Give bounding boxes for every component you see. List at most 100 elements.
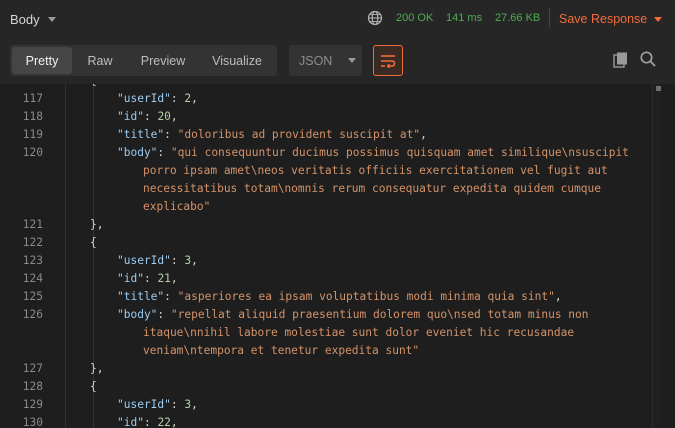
- json-comma: ,: [420, 128, 427, 141]
- globe-icon[interactable]: [367, 10, 383, 26]
- line-number: 127: [22, 362, 43, 375]
- json-colon: :: [157, 308, 171, 321]
- json-colon: :: [143, 416, 158, 428]
- code-text: "userId": 3,: [117, 398, 198, 411]
- status-code[interactable]: 200 OK: [396, 12, 433, 24]
- line-number: 130: [22, 416, 43, 428]
- view-tabs: Pretty Raw Preview Visualize: [10, 45, 277, 76]
- json-key: "id": [117, 272, 144, 285]
- json-comma: ,: [191, 254, 198, 267]
- json-value-continuation: necessitatibus totam\nomnis rerum conseq…: [143, 182, 602, 195]
- code-line-wrapped: itaque\nnihil labore molestiae sunt dolo…: [0, 326, 650, 344]
- code-text: "id": 20,: [117, 110, 178, 123]
- json-key: "id": [117, 110, 144, 123]
- line-number: 116: [3, 84, 43, 87]
- chevron-down-icon: [47, 16, 56, 22]
- wrap-lines-button[interactable]: [373, 45, 403, 76]
- code-line-wrapped: explicabo": [0, 200, 650, 218]
- wrap-lines-icon: [381, 54, 396, 68]
- scrollbar-thumb[interactable]: [656, 86, 661, 91]
- json-colon: :: [170, 254, 185, 267]
- code-text: "userId": 2,: [117, 92, 198, 105]
- line-number: 118: [22, 110, 43, 123]
- json-key: "userId": [117, 254, 171, 267]
- response-header-bar: Body 200 OK 141 ms 27.66 KB Save Respons…: [0, 0, 675, 37]
- json-comma: ,: [554, 290, 562, 303]
- json-colon: :: [143, 272, 158, 285]
- divider: [549, 8, 550, 28]
- code-text: },: [90, 218, 104, 231]
- code-line: 127},: [0, 362, 650, 380]
- json-value: "asperiores ea ipsam voluptatibus modi m…: [177, 290, 555, 303]
- code-text: "body": "repellat aliquid praesentium do…: [117, 308, 589, 321]
- code-text: "title": "asperiores ea ipsam voluptatib…: [117, 290, 562, 303]
- json-comma: ,: [170, 110, 178, 123]
- chevron-down-icon: [348, 58, 357, 63]
- json-value-continuation: itaque\nnihil labore molestiae sunt dolo…: [143, 326, 575, 339]
- line-number: 125: [22, 290, 43, 303]
- code-text: "title": "doloribus ad provident suscipi…: [117, 128, 427, 141]
- code-line-wrapped: porro ipsam amet\neos veritatis officiis…: [0, 164, 650, 182]
- code-line: 118 "id": 20,: [0, 110, 650, 128]
- code-line: 120 "body": "qui consequuntur ducimus pos…: [0, 146, 650, 164]
- line-number: 122: [22, 236, 43, 249]
- json-value: "repellat aliquid praesentium dolorem qu…: [170, 308, 589, 321]
- json-comma: ,: [170, 272, 178, 285]
- code-line: 130 "id": 22,: [0, 416, 650, 428]
- line-number: 128: [22, 380, 43, 393]
- response-size[interactable]: 27.66 KB: [495, 12, 540, 24]
- code-line: 117 "userId": 2,: [0, 92, 650, 110]
- copy-icon[interactable]: [612, 51, 630, 69]
- json-key: "title": [117, 290, 165, 303]
- tab-raw[interactable]: Raw: [72, 47, 128, 74]
- chevron-down-icon: [654, 16, 663, 22]
- json-value: 22: [157, 416, 171, 428]
- code-text: "id": 21,: [117, 272, 178, 285]
- json-value: "doloribus ad provident suscipit at": [177, 128, 421, 141]
- search-icon[interactable]: [639, 50, 657, 68]
- code-text: },: [90, 362, 104, 375]
- line-number: 121: [22, 218, 43, 231]
- json-colon: :: [164, 290, 178, 303]
- json-key: "body": [117, 308, 158, 321]
- tab-preview[interactable]: Preview: [128, 47, 198, 74]
- tab-pretty[interactable]: Pretty: [12, 47, 72, 74]
- json-comma: ,: [191, 398, 198, 411]
- vertical-scrollbar[interactable]: [653, 84, 661, 428]
- code-line: 126 "body": "repellat aliquid praesentium…: [0, 308, 650, 326]
- format-dropdown-label: JSON: [299, 53, 333, 68]
- json-comma: ,: [191, 92, 198, 105]
- format-dropdown[interactable]: JSON: [289, 45, 362, 76]
- json-colon: :: [170, 398, 185, 411]
- line-number: 129: [22, 398, 43, 411]
- code-text: {: [90, 236, 97, 249]
- json-value: 21: [157, 272, 171, 285]
- line-number: 119: [22, 128, 43, 141]
- json-value: 20: [157, 110, 171, 123]
- body-dropdown[interactable]: Body: [10, 10, 56, 28]
- json-key: "userId": [117, 92, 171, 105]
- response-body-editor[interactable]: 116 {117 "userId": 2, 118 "id": 20, 119 "title…: [0, 84, 675, 428]
- json-colon: :: [170, 92, 185, 105]
- code-line: 116 {: [0, 84, 650, 92]
- json-key: "title": [117, 128, 165, 141]
- save-response-label: Save Response: [559, 12, 648, 26]
- code-text: "userId": 3,: [117, 254, 198, 267]
- json-key: "body": [117, 146, 158, 159]
- json-key: "userId": [117, 398, 171, 411]
- code-text: {: [90, 84, 97, 87]
- save-response-button[interactable]: Save Response: [559, 10, 663, 28]
- code-line: 128 {: [0, 380, 650, 398]
- json-colon: :: [157, 146, 171, 159]
- json-colon: :: [143, 110, 158, 123]
- line-number: 117: [22, 92, 43, 105]
- response-time[interactable]: 141 ms: [446, 12, 482, 24]
- json-value-continuation: porro ipsam amet\neos veritatis officiis…: [143, 164, 608, 177]
- code-line: 129 "userId": 3,: [0, 398, 650, 416]
- code-line: 123 "userId": 3,: [0, 254, 650, 272]
- json-value-continuation: veniam\ntempora et tenetur expedita sunt…: [143, 344, 420, 357]
- json-colon: :: [164, 128, 178, 141]
- code-line: 125 "title": "asperiores ea ipsam volupta…: [0, 290, 650, 308]
- tab-visualize[interactable]: Visualize: [198, 47, 276, 74]
- body-dropdown-label: Body: [10, 11, 40, 27]
